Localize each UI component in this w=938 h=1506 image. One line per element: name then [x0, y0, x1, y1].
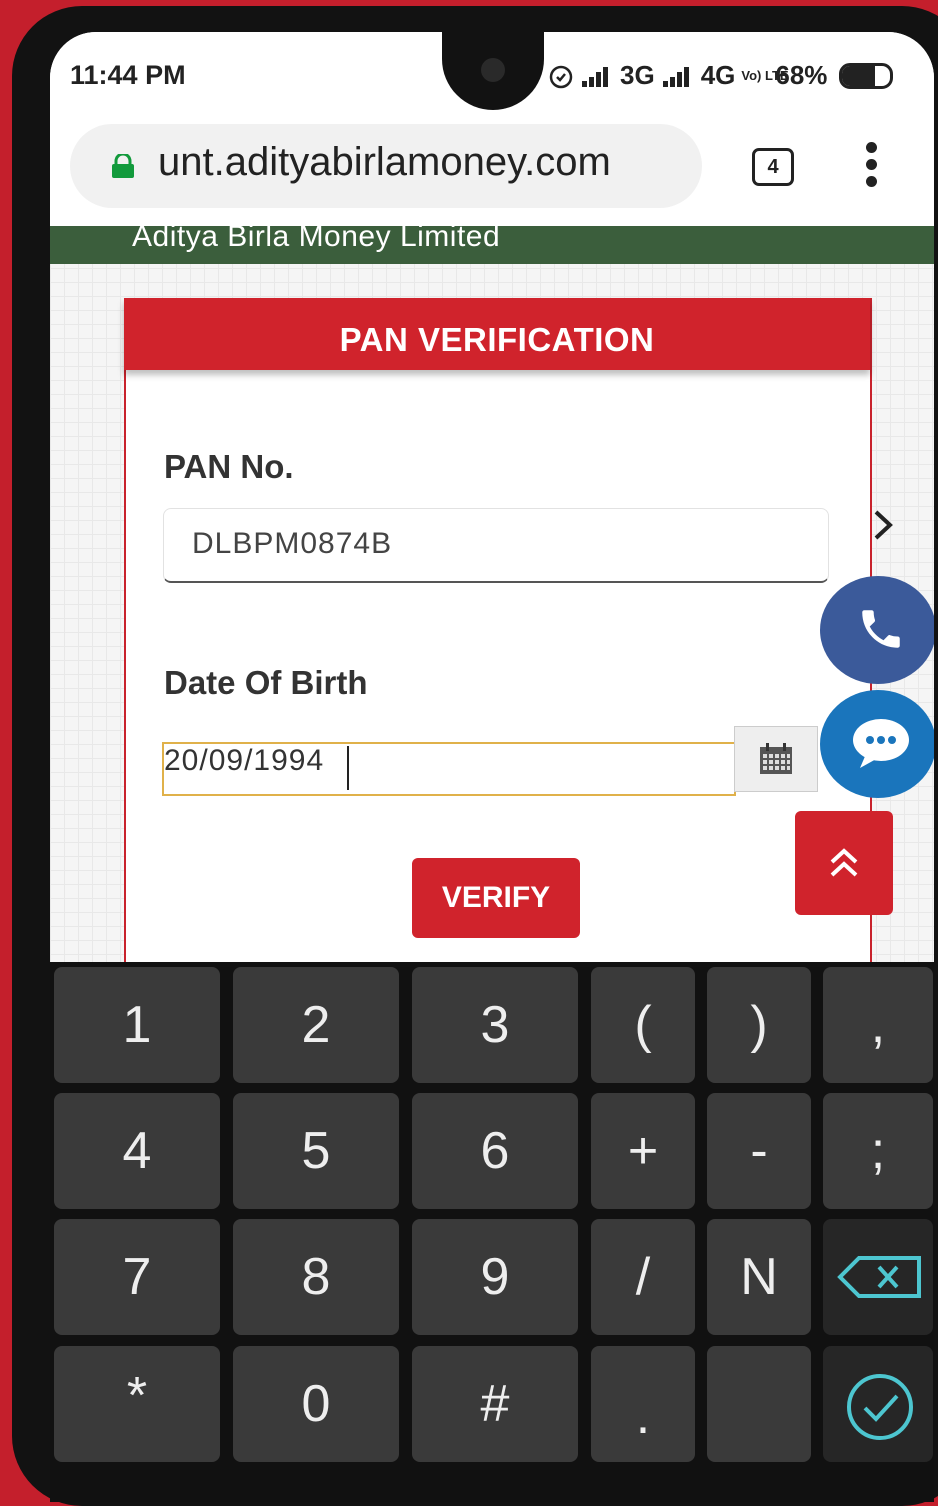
key-minus[interactable]: - — [707, 1093, 811, 1209]
key-comma[interactable]: , — [823, 967, 933, 1083]
key-1[interactable]: 1 — [54, 967, 220, 1083]
key-3[interactable]: 3 — [412, 967, 578, 1083]
key-close-paren[interactable]: ) — [707, 967, 811, 1083]
key-open-paren[interactable]: ( — [591, 967, 695, 1083]
signal-icon-2 — [661, 65, 695, 87]
signal-icon — [580, 65, 614, 87]
scroll-to-top-button[interactable] — [795, 811, 893, 915]
key-asterisk[interactable]: * — [54, 1346, 220, 1462]
url-text[interactable]: unt.adityabirlamoney.com — [158, 140, 611, 185]
front-camera — [481, 58, 505, 82]
key-blank[interactable] — [707, 1346, 811, 1462]
key-plus[interactable]: + — [591, 1093, 695, 1209]
dob-input[interactable]: 20/09/1994 — [162, 742, 736, 796]
company-name: Aditya Birla Money Limited — [132, 220, 501, 253]
chevron-right-icon[interactable] — [870, 508, 896, 542]
browser-menu-button[interactable] — [864, 142, 878, 188]
card-title: PAN VERIFICATION — [339, 321, 655, 358]
call-button[interactable] — [820, 576, 934, 684]
key-5[interactable]: 5 — [233, 1093, 399, 1209]
key-slash[interactable]: / — [591, 1219, 695, 1335]
dob-value: 20/09/1994 — [164, 744, 325, 777]
screen: 11:44 PM 3G 4G Vo) LTE 68% unt.adityabir… — [50, 32, 934, 1502]
camera-notch — [442, 32, 544, 110]
browser-toolbar: unt.adityabirlamoney.com 4 — [50, 118, 934, 226]
key-9[interactable]: 9 — [412, 1219, 578, 1335]
key-2[interactable]: 2 — [233, 967, 399, 1083]
battery-percent: 68% — [775, 60, 828, 90]
key-done[interactable] — [823, 1346, 933, 1462]
status-icons: 3G 4G Vo) LTE 68% — [548, 60, 894, 91]
chat-button[interactable] — [820, 690, 934, 798]
double-chevron-up-icon — [830, 848, 858, 877]
lock-icon — [112, 154, 134, 178]
key-6[interactable]: 6 — [412, 1093, 578, 1209]
network-type-2: 4G — [700, 60, 736, 90]
chat-bubble-icon — [853, 719, 909, 768]
pan-value: DLBPM0874B — [192, 527, 393, 560]
tab-switcher-button[interactable]: 4 — [752, 148, 794, 186]
dob-label: Date Of Birth — [164, 664, 368, 701]
key-7[interactable]: 7 — [54, 1219, 220, 1335]
calendar-button[interactable] — [734, 726, 818, 792]
key-period[interactable]: . — [591, 1346, 695, 1462]
network-type-1: 3G — [620, 60, 655, 90]
battery-fill — [842, 65, 876, 86]
key-semicolon[interactable]: ; — [823, 1093, 933, 1209]
web-page: Aditya Birla Money Limited PAN VERIFICAT… — [50, 220, 934, 978]
phone-frame: 11:44 PM 3G 4G Vo) LTE 68% unt.adityabir… — [12, 6, 938, 1506]
key-8[interactable]: 8 — [233, 1219, 399, 1335]
verify-button[interactable]: VERIFY — [412, 858, 580, 938]
key-0[interactable]: 0 — [233, 1346, 399, 1462]
status-bar: 11:44 PM 3G 4G Vo) LTE 68% — [50, 32, 934, 122]
key-hash[interactable]: # — [412, 1346, 578, 1462]
pan-input[interactable]: DLBPM0874B — [163, 508, 829, 583]
pan-label: PAN No. — [164, 448, 294, 485]
text-caret — [347, 746, 349, 790]
phone-icon — [862, 610, 900, 648]
numeric-keyboard: 1 2 3 ( ) , 4 5 6 + - ; 7 8 9 / N * 0 # … — [50, 962, 934, 1502]
battery-icon — [839, 62, 894, 89]
card-header: PAN VERIFICATION — [124, 298, 870, 370]
backspace-icon — [837, 1256, 921, 1298]
alarm-icon — [549, 65, 573, 88]
status-time: 11:44 PM — [70, 60, 186, 90]
volte-label: Vo) LTE — [741, 67, 789, 83]
key-n[interactable]: N — [707, 1219, 811, 1335]
address-bar[interactable]: unt.adityabirlamoney.com — [70, 124, 702, 208]
calendar-icon — [760, 743, 792, 774]
key-4[interactable]: 4 — [54, 1093, 220, 1209]
key-backspace[interactable] — [823, 1219, 933, 1335]
check-circle-icon — [847, 1374, 913, 1440]
company-banner: Aditya Birla Money Limited — [50, 220, 934, 264]
